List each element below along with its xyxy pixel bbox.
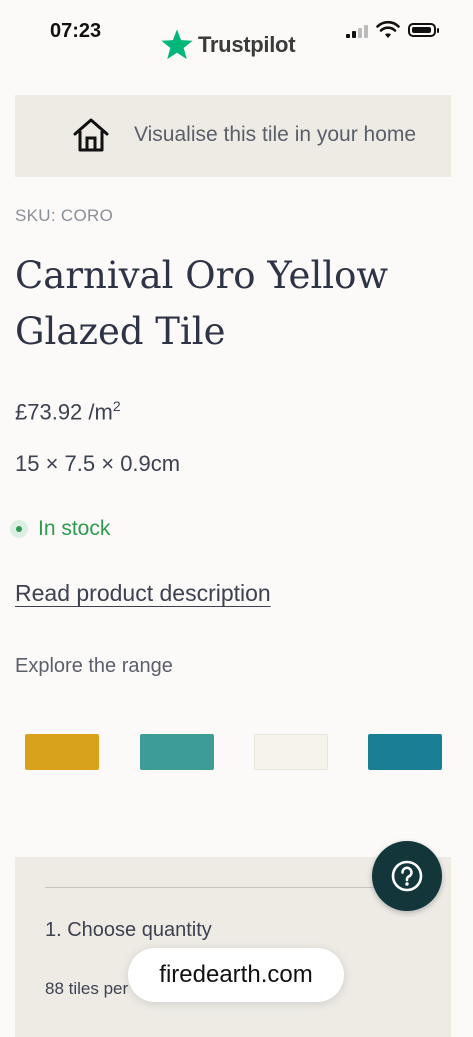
swatch-white-tile[interactable] (254, 734, 328, 770)
trustpilot-brand: Trustpilot (198, 32, 296, 57)
choose-quantity-step[interactable]: 1. Choose quantity (45, 919, 212, 942)
explore-range-heading: Explore the range (15, 655, 173, 677)
status-bar: 07:23 Trustpilot (0, 0, 473, 88)
question-icon (391, 860, 423, 892)
stock-dot-icon (10, 520, 28, 538)
price-value: £73.92 /m (15, 399, 113, 425)
product-price: £73.92 /m2 (15, 398, 121, 425)
stock-label: In stock (38, 517, 111, 540)
stock-status: In stock (10, 517, 110, 541)
browser-url-bar[interactable]: firedearth.com (128, 948, 344, 1002)
divider (45, 887, 421, 888)
tiles-per-text: 88 tiles per (45, 979, 129, 998)
read-description-link[interactable]: Read product description (15, 580, 271, 607)
swatch-yellow-tile[interactable] (25, 734, 99, 770)
visualise-label: Visualise this tile in your home (134, 123, 417, 146)
visualise-banner[interactable]: Visualise this tile in your home (15, 95, 451, 177)
swatch-teal-tile[interactable] (368, 734, 442, 770)
star-icon (161, 29, 193, 60)
help-button[interactable] (372, 841, 442, 911)
cellular-signal-icon (346, 24, 370, 38)
home-icon (73, 118, 109, 152)
product-dimensions: 15 × 7.5 × 0.9cm (15, 451, 181, 476)
wifi-icon (376, 20, 400, 38)
trustpilot-logo[interactable]: Trustpilot (160, 28, 296, 62)
price-unit-exponent: 2 (112, 398, 121, 414)
battery-icon (408, 23, 439, 37)
product-title: Carnival Oro Yellow Glazed Tile (15, 254, 389, 353)
swatch-turquoise-tile[interactable] (140, 734, 214, 770)
clock: 07:23 (50, 20, 102, 42)
product-sku: SKU: CORO (15, 206, 114, 225)
